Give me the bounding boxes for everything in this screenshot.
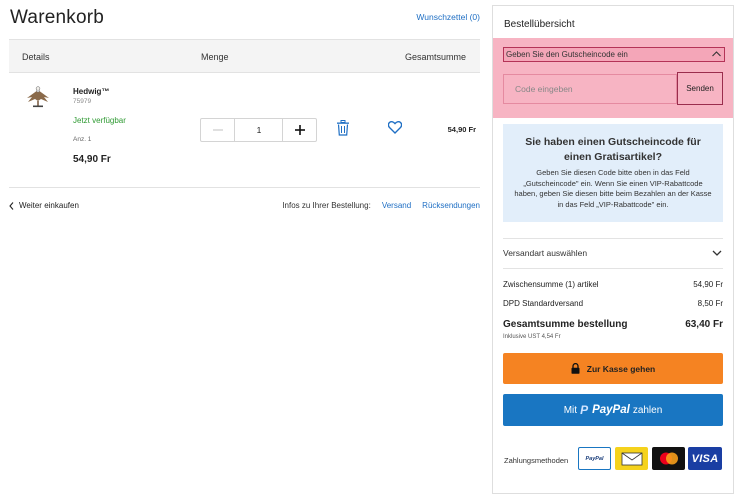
coupon-code-input[interactable]: Code eingeben (503, 74, 677, 104)
order-info: Infos zu Ihrer Bestellung: Versand Rücks… (282, 201, 480, 210)
wishlist-link[interactable]: Wunschzettel (0) (416, 12, 480, 22)
page-title: Warenkorb (10, 7, 105, 28)
lock-icon (571, 363, 580, 374)
free-item-title: Sie haben einen Gutscheincode für einen … (525, 136, 701, 163)
product-name[interactable]: Hedwig™ (73, 87, 109, 96)
coupon-toggle[interactable]: Geben Sie den Gutscheincode ein (503, 47, 725, 62)
mastercard-badge-icon (652, 447, 685, 470)
stock-status: Jetzt verfügbar (73, 116, 126, 125)
chevron-up-icon (712, 48, 721, 61)
item-total: 54,90 Fr (447, 125, 476, 134)
shipping-info-link[interactable]: Versand (382, 201, 411, 210)
increase-quantity-button[interactable] (282, 119, 316, 141)
product-image[interactable] (23, 84, 53, 108)
returns-info-link[interactable]: Rücksendungen (422, 201, 480, 210)
quantity-input[interactable]: 1 (235, 119, 283, 141)
shipping-cost-value: 8,50 Fr (697, 299, 723, 308)
cart-table-header: Details Menge Gesamtsumme (9, 39, 480, 73)
free-item-body: Geben Sie diesen Code bitte oben in das … (514, 168, 712, 209)
invoice-badge-icon (615, 447, 648, 470)
grand-total-row: Gesamtsumme bestellung 63,40 Fr (503, 319, 723, 330)
add-to-wishlist-button[interactable] (387, 121, 404, 137)
paypal-badge-icon: PayPal (578, 447, 611, 470)
coupon-submit-button[interactable]: Senden (677, 72, 723, 105)
remove-item-button[interactable] (336, 120, 352, 138)
cart-item-row: Hedwig™ 75979 Jetzt verfügbar Anz. 1 54,… (9, 74, 480, 188)
header-details: Details (22, 52, 50, 62)
divider (503, 268, 723, 269)
paypal-checkout-button[interactable]: Mit P PayPal zahlen (503, 394, 723, 426)
payment-methods-label: Zahlungsmethoden (504, 456, 569, 465)
product-sku: 75979 (73, 98, 92, 105)
continue-shopping-link[interactable]: Weiter einkaufen (9, 201, 79, 210)
continue-shopping-label: Weiter einkaufen (19, 201, 79, 210)
product-quantity-text: Anz. 1 (73, 136, 92, 143)
visa-badge-icon: VISA (688, 447, 722, 470)
coupon-section: Geben Sie den Gutscheincode ein Code ein… (493, 38, 733, 118)
trash-icon (337, 120, 349, 136)
chevron-down-icon (712, 250, 722, 256)
shipping-cost-label: DPD Standardversand (503, 299, 584, 308)
subtotal-label: Zwischensumme (1) artikel (503, 280, 599, 289)
free-item-info-box: Sie haben einen Gutscheincode für einen … (503, 124, 723, 222)
header-quantity: Menge (201, 52, 229, 62)
paypal-badge-text: PayPal (585, 455, 604, 462)
shipping-cost-row: DPD Standardversand 8,50 Fr (503, 299, 723, 308)
chevron-left-icon (9, 201, 14, 210)
paypal-logo-icon: P (580, 403, 589, 417)
checkout-label: Zur Kasse gehen (586, 363, 656, 374)
quantity-stepper: 1 (200, 118, 317, 142)
vat-note: Inklusive UST 4,54 Fr (503, 334, 561, 340)
header-total: Gesamtsumme (404, 52, 466, 62)
paypal-brand: PayPal (592, 404, 630, 416)
shipping-method-select[interactable]: Versandart auswählen (503, 244, 723, 270)
product-price: 54,90 Fr (73, 154, 111, 165)
visa-badge-text: VISA (691, 452, 719, 465)
paypal-suffix: zahlen (632, 404, 663, 416)
order-info-label: Infos zu Ihrer Bestellung: (282, 201, 371, 210)
paypal-prefix: Mit (563, 404, 578, 416)
order-summary-panel: Bestellübersicht Geben Sie den Gutschein… (492, 5, 734, 494)
payment-methods: Zahlungsmethoden PayPal VISA (503, 447, 723, 471)
heart-icon (387, 121, 403, 134)
coupon-toggle-label: Geben Sie den Gutscheincode ein (506, 50, 628, 59)
grand-total-label: Gesamtsumme bestellung (503, 319, 628, 330)
divider (503, 238, 723, 239)
subtotal-value: 54,90 Fr (693, 280, 723, 289)
subtotal-row: Zwischensumme (1) artikel 54,90 Fr (503, 280, 723, 289)
decrease-quantity-button[interactable] (201, 119, 235, 141)
shipping-method-label: Versandart auswählen (503, 248, 588, 258)
summary-title: Bestellübersicht (504, 19, 575, 30)
grand-total-value: 63,40 Fr (685, 319, 723, 330)
checkout-button[interactable]: Zur Kasse gehen (503, 353, 723, 384)
